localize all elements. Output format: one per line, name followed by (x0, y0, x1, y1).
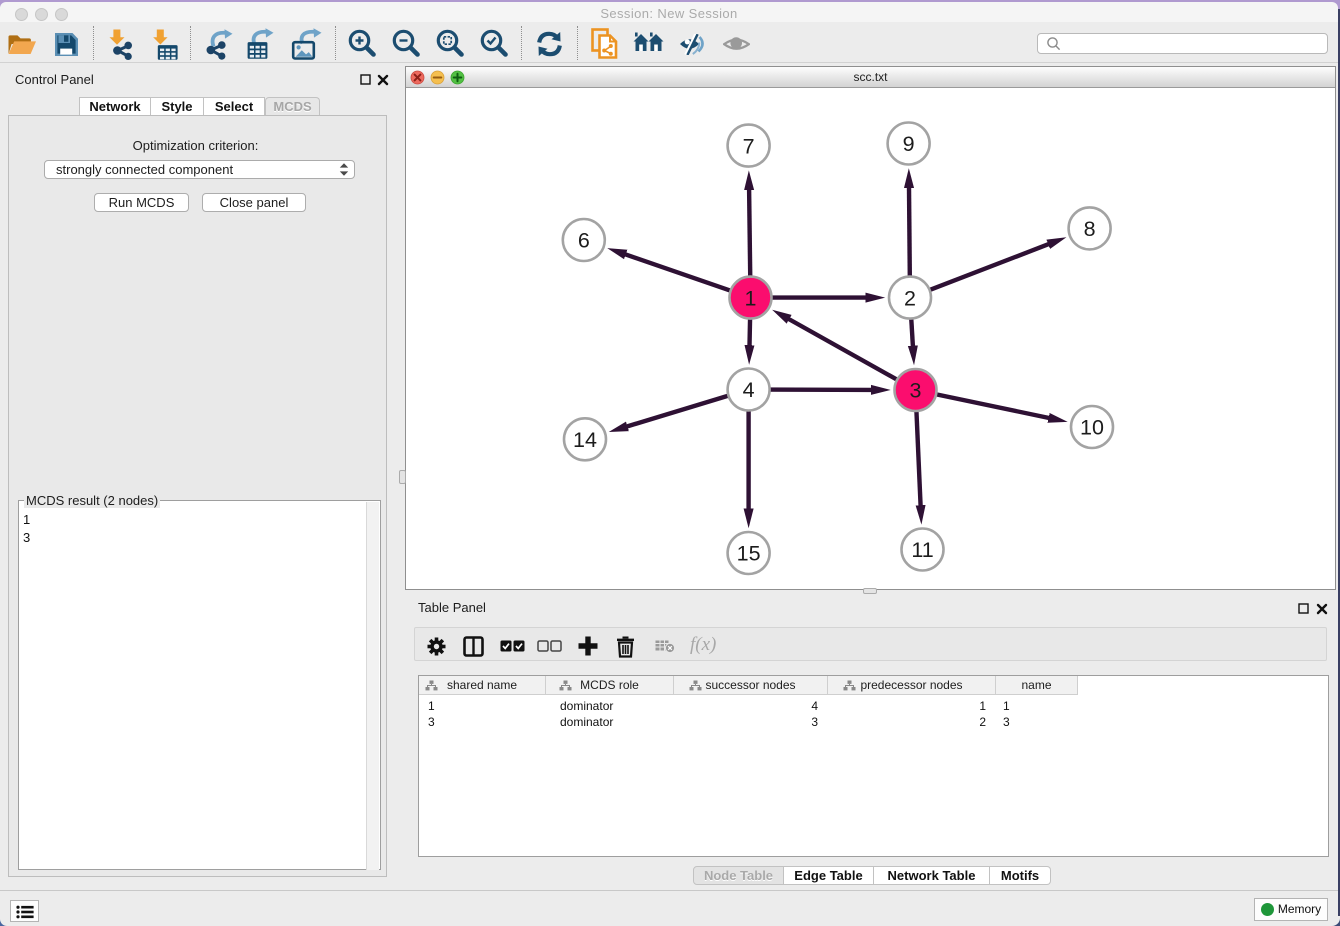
svg-text:10: 10 (1080, 416, 1104, 440)
svg-text:11: 11 (911, 538, 933, 562)
svg-text:1: 1 (745, 286, 757, 310)
svg-text:15: 15 (737, 542, 761, 566)
svg-text:3: 3 (910, 379, 922, 403)
svg-text:9: 9 (903, 132, 915, 156)
svg-text:7: 7 (743, 134, 755, 158)
svg-text:4: 4 (743, 378, 755, 402)
svg-text:14: 14 (573, 428, 597, 452)
svg-text:2: 2 (904, 286, 916, 310)
svg-text:8: 8 (1084, 217, 1096, 241)
svg-text:6: 6 (578, 229, 590, 253)
